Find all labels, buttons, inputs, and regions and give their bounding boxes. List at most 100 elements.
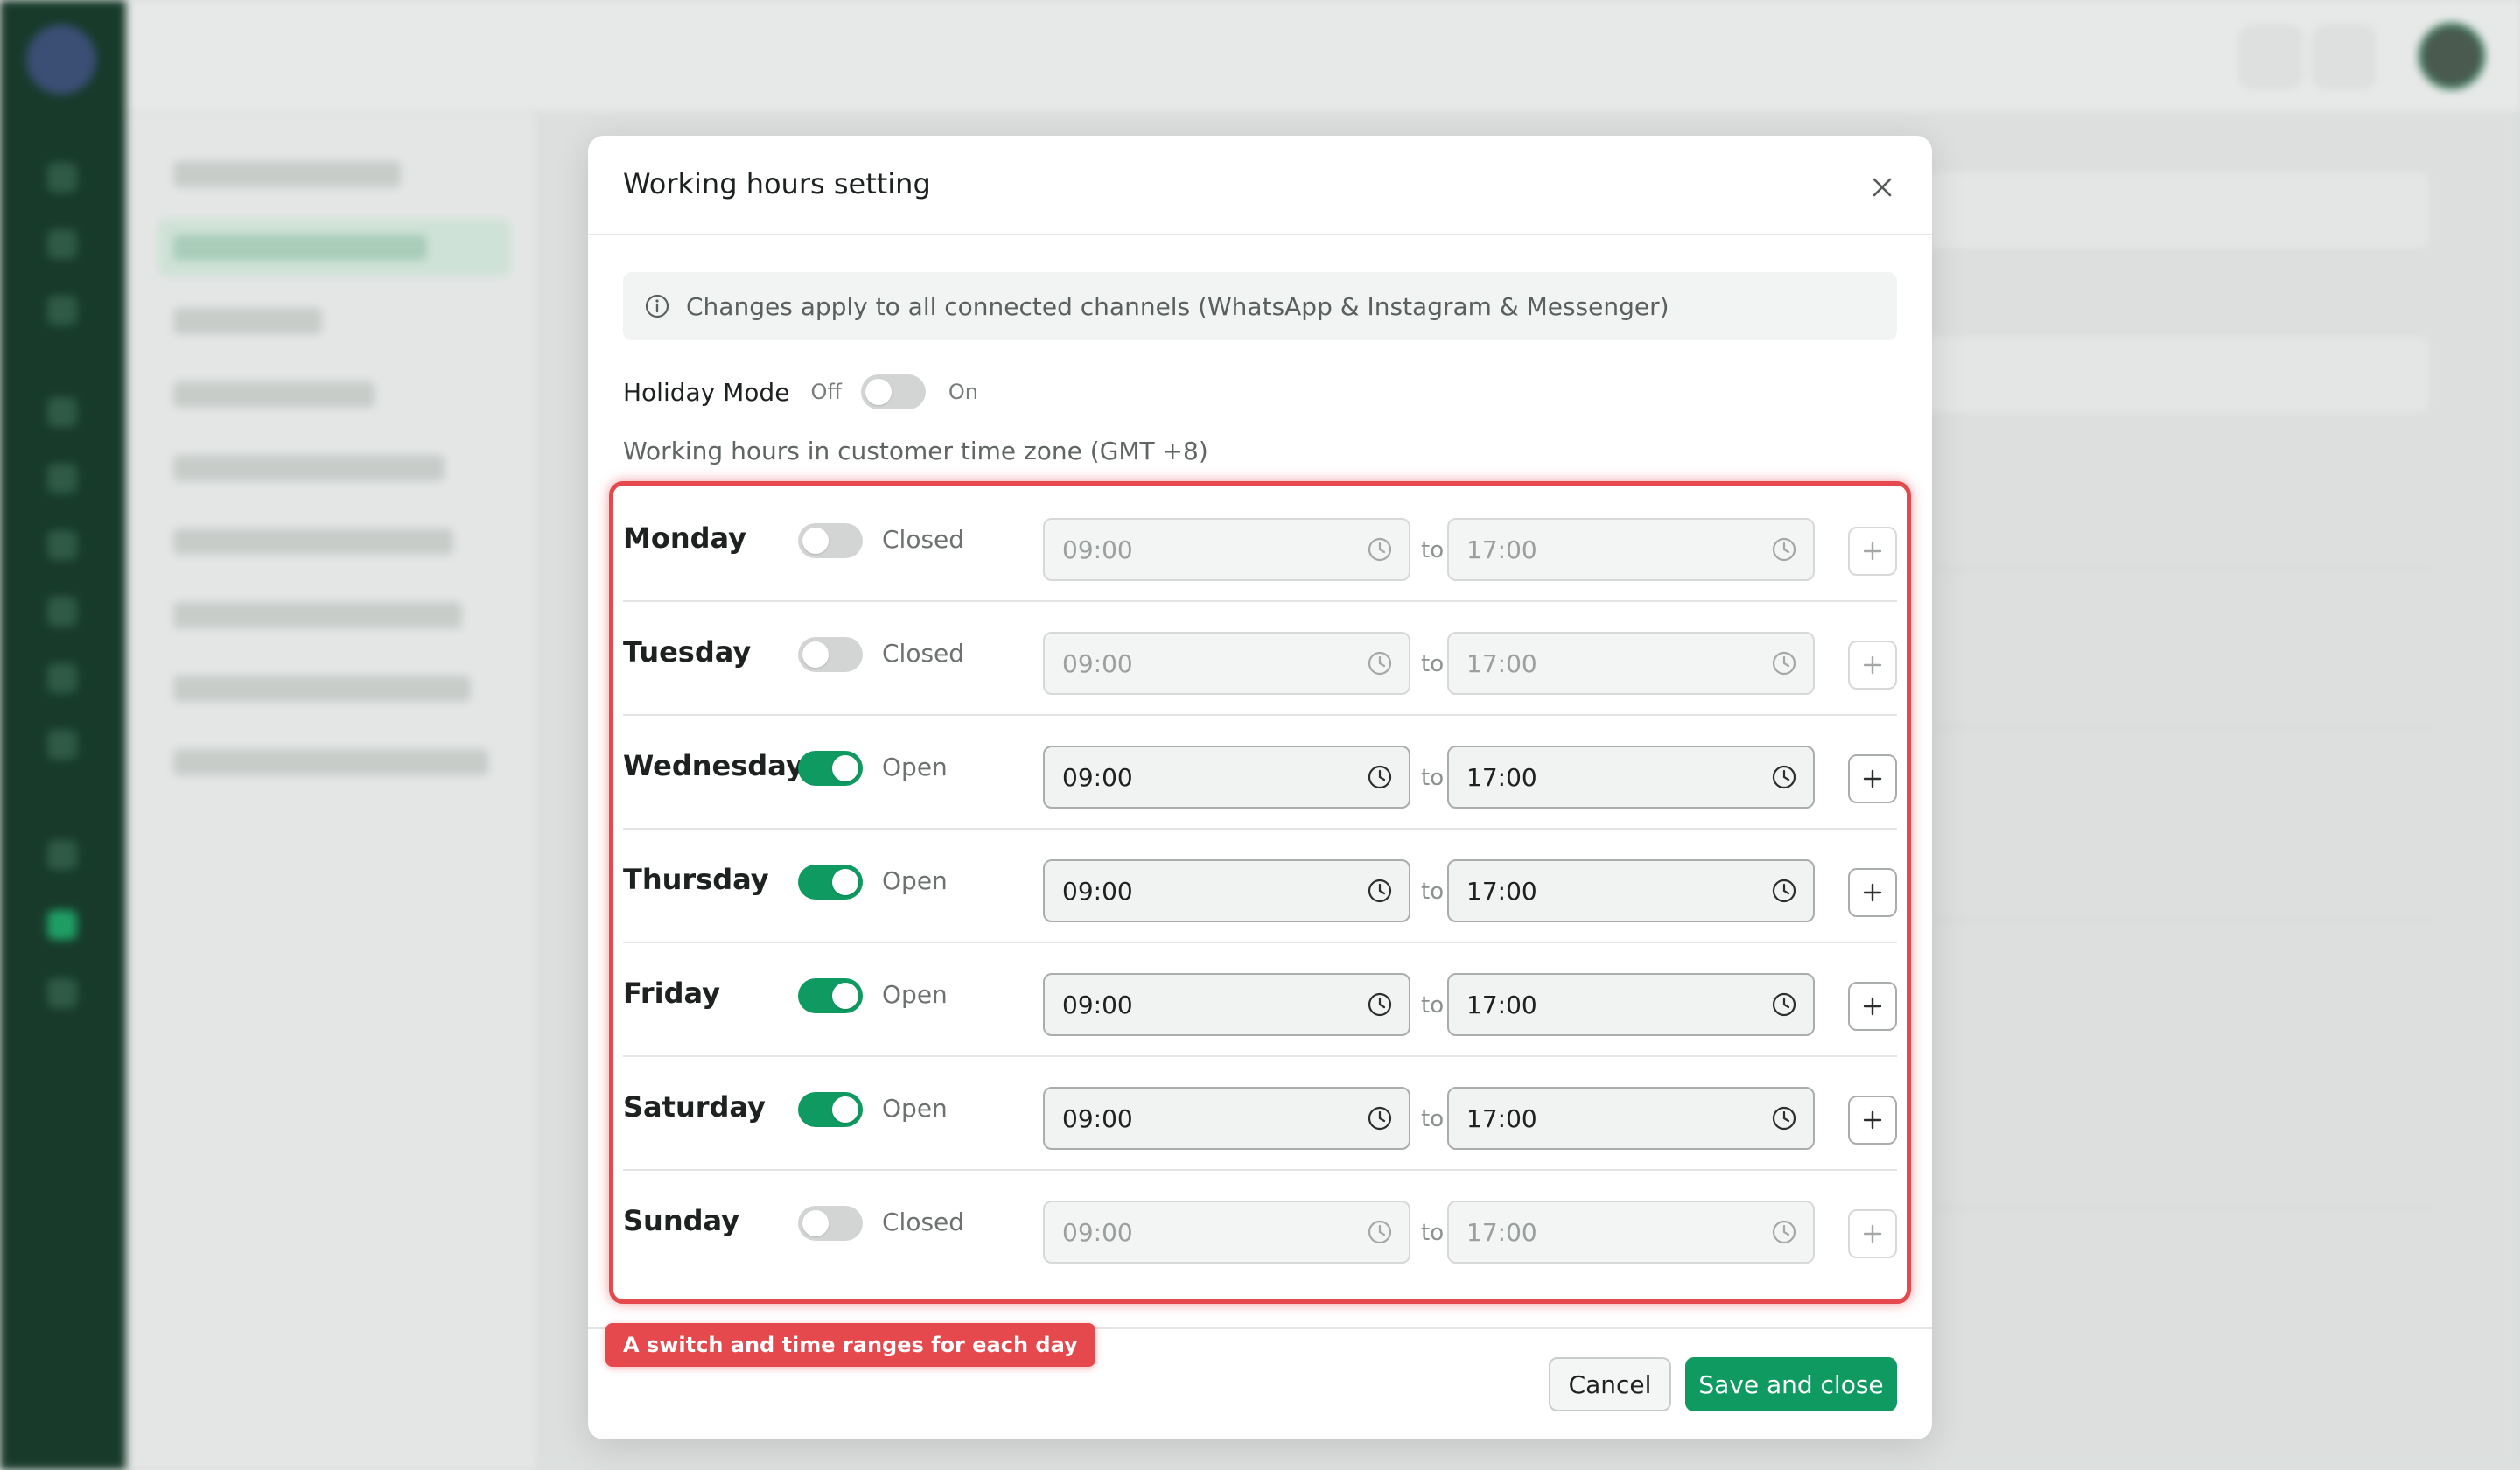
day-name: Saturday [623, 1090, 766, 1124]
end-time-input[interactable]: 17:00 [1447, 1087, 1815, 1150]
clock-icon [1772, 992, 1796, 1017]
day-row-saturday: Saturday Open 09:00 to 17:00 [623, 1057, 1897, 1171]
end-time-input[interactable]: 17:00 [1447, 973, 1815, 1036]
timezone-note: Working hours in customer time zone (GMT… [623, 437, 1208, 466]
content-card [1890, 168, 2432, 252]
end-time-input[interactable]: 17:00 [1447, 1200, 1815, 1264]
day-name: Wednesday [623, 749, 804, 782]
clock-icon [1368, 651, 1392, 676]
end-time-value: 17:00 [1466, 1103, 1537, 1133]
day-status: Closed [882, 525, 965, 554]
holiday-mode-row: Holiday Mode Off On [623, 370, 978, 414]
plus-icon [1863, 655, 1882, 675]
subnav-item [173, 528, 453, 555]
end-time-value: 17:00 [1466, 990, 1537, 1019]
start-time-value: 09:00 [1062, 762, 1133, 792]
rail-icon [47, 978, 77, 1008]
settings-subnav [126, 114, 539, 1470]
rail-icon [47, 597, 77, 626]
end-time-value: 17:00 [1466, 876, 1537, 906]
end-time-value: 17:00 [1466, 1217, 1537, 1247]
start-time-value: 09:00 [1062, 1103, 1133, 1133]
subnav-item [173, 602, 462, 628]
start-time-value: 09:00 [1062, 990, 1133, 1019]
day-status: Open [882, 866, 948, 895]
subnav-item [173, 749, 488, 775]
add-time-range-button[interactable] [1848, 1209, 1897, 1258]
to-label: to [1421, 651, 1445, 677]
start-time-input[interactable]: 09:00 [1043, 746, 1410, 808]
top-bar [126, 0, 2520, 114]
start-time-input[interactable]: 09:00 [1043, 632, 1410, 695]
rail-icon [47, 910, 77, 940]
day-row-sunday: Sunday Closed 09:00 to 17:00 [623, 1171, 1897, 1284]
day-status: Open [882, 752, 948, 781]
clock-icon [1368, 1220, 1392, 1244]
clock-icon [1368, 537, 1392, 562]
to-label: to [1421, 992, 1445, 1018]
subnav-item [173, 455, 444, 481]
end-time-input[interactable]: 17:00 [1447, 746, 1815, 808]
start-time-input[interactable]: 09:00 [1043, 1087, 1410, 1150]
modal-header: Working hours setting [588, 136, 1932, 235]
end-time-value: 17:00 [1466, 535, 1537, 564]
subnav-item [173, 308, 322, 334]
day-name: Thursday [623, 863, 769, 896]
to-label: to [1421, 537, 1445, 564]
add-time-range-button[interactable] [1848, 868, 1897, 917]
end-time-input[interactable]: 17:00 [1447, 518, 1815, 581]
holiday-mode-toggle[interactable] [860, 374, 926, 410]
day-open-toggle[interactable] [798, 637, 863, 672]
add-time-range-button[interactable] [1848, 1096, 1897, 1144]
clock-icon [1772, 537, 1796, 562]
end-time-input[interactable]: 17:00 [1447, 859, 1815, 922]
rail-icon [47, 840, 77, 870]
app-rail [0, 0, 126, 1470]
day-status: Closed [882, 1208, 965, 1236]
to-label: to [1421, 1106, 1445, 1132]
day-row-wednesday: Wednesday Open 09:00 to 17:00 [623, 716, 1897, 830]
day-name: Friday [623, 976, 720, 1010]
day-open-toggle[interactable] [798, 978, 863, 1013]
day-open-toggle[interactable] [798, 864, 863, 900]
day-name: Monday [623, 522, 746, 555]
add-time-range-button[interactable] [1848, 982, 1897, 1031]
day-open-toggle[interactable] [798, 1092, 863, 1127]
annotation-callout: A switch and time ranges for each day [606, 1323, 1096, 1367]
info-icon [645, 294, 669, 318]
add-time-range-button[interactable] [1848, 754, 1897, 803]
add-time-range-button[interactable] [1848, 527, 1897, 576]
clock-icon [1772, 1220, 1796, 1244]
day-open-toggle[interactable] [798, 1206, 863, 1241]
holiday-on-label: On [948, 380, 978, 404]
rail-icon [47, 229, 77, 259]
start-time-input[interactable]: 09:00 [1043, 973, 1410, 1036]
clock-icon [1772, 651, 1796, 676]
save-and-close-button[interactable]: Save and close [1685, 1357, 1897, 1411]
clock-icon [1772, 1106, 1796, 1130]
subnav-item [173, 161, 401, 187]
content-divider [1890, 726, 2432, 728]
start-time-input[interactable]: 09:00 [1043, 859, 1410, 922]
rail-icon [47, 730, 77, 760]
content-divider [1890, 919, 2432, 920]
end-time-value: 17:00 [1466, 762, 1537, 792]
day-row-friday: Friday Open 09:00 to 17:00 [623, 943, 1897, 1057]
start-time-input[interactable]: 09:00 [1043, 1200, 1410, 1264]
day-open-toggle[interactable] [798, 751, 863, 786]
close-button[interactable] [1869, 174, 1895, 200]
add-time-range-button[interactable] [1848, 640, 1897, 690]
clock-icon [1368, 878, 1392, 903]
end-time-input[interactable]: 17:00 [1447, 632, 1815, 695]
plus-icon [1863, 883, 1882, 902]
end-time-value: 17:00 [1466, 648, 1537, 678]
cancel-button[interactable]: Cancel [1549, 1357, 1671, 1411]
plus-icon [1863, 769, 1882, 788]
plus-icon [1863, 542, 1882, 561]
avatar [2418, 23, 2485, 89]
info-text: Changes apply to all connected channels … [686, 291, 1670, 321]
content-divider [1890, 569, 2432, 570]
start-time-value: 09:00 [1062, 535, 1133, 564]
day-open-toggle[interactable] [798, 523, 863, 558]
start-time-input[interactable]: 09:00 [1043, 518, 1410, 581]
